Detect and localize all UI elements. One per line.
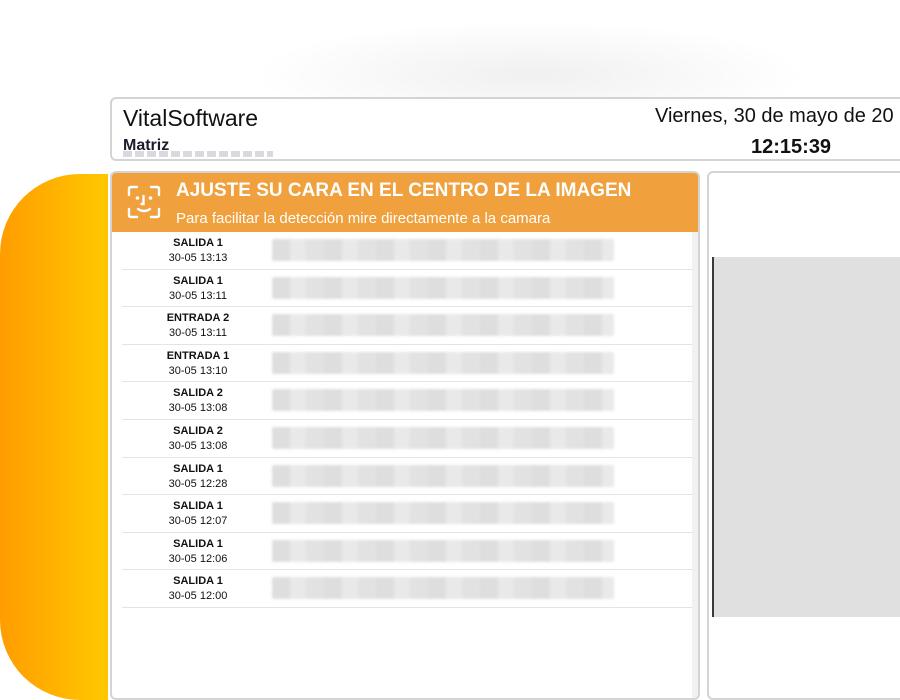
employee-name-redacted	[272, 276, 614, 299]
employee-name-redacted	[272, 502, 614, 525]
location-address-redacted	[123, 151, 273, 157]
face-scan-icon	[127, 185, 161, 219]
record-type: SALIDA 1	[173, 500, 223, 513]
list-item: SALIDA 2 30-05 13:08	[122, 382, 694, 420]
list-item: SALIDA 1 30-05 12:07	[122, 495, 694, 533]
record-type: SALIDA 1	[173, 462, 223, 475]
header-bar: VitalSoftware Matriz Viernes, 30 de mayo…	[110, 97, 900, 161]
record-type: SALIDA 1	[173, 537, 223, 550]
record-timestamp: 30-05 13:11	[169, 327, 227, 340]
current-time: 12:15:39	[751, 136, 832, 158]
list-item: ENTRADA 1 30-05 13:10	[122, 345, 694, 383]
list-item: SALIDA 1 30-05 12:06	[122, 533, 694, 571]
record-timestamp: 30-05 12:07	[168, 515, 228, 528]
employee-name-redacted	[272, 239, 614, 261]
employee-name-redacted	[272, 464, 614, 487]
list-item: SALIDA 1 30-05 12:00	[122, 570, 694, 608]
employee-name-redacted	[272, 539, 614, 562]
record-timestamp: 30-05 13:08	[168, 402, 228, 415]
record-type: SALIDA 1	[173, 274, 223, 287]
record-type: SALIDA 2	[173, 424, 223, 437]
record-type: ENTRADA 1	[166, 349, 230, 362]
employee-name-redacted	[272, 389, 614, 412]
decorative-accent-shape	[0, 174, 108, 700]
list-item: SALIDA 1 30-05 13:13	[122, 232, 694, 270]
attendance-panel: AJUSTE SU CARA EN EL CENTRO DE LA IMAGEN…	[110, 171, 700, 700]
scrollbar-track[interactable]	[692, 232, 698, 698]
camera-preview	[712, 257, 900, 617]
brand-name: VitalSoftware	[123, 105, 259, 131]
record-timestamp: 30-05 13:13	[168, 252, 228, 264]
list-item: SALIDA 1 30-05 12:28	[122, 458, 694, 496]
employee-name-redacted	[272, 577, 614, 600]
record-timestamp: 30-05 12:00	[168, 590, 228, 603]
record-timestamp: 30-05 13:08	[168, 439, 228, 452]
banner-title: AJUSTE SU CARA EN EL CENTRO DE LA IMAGEN	[176, 180, 632, 201]
list-item: SALIDA 1 30-05 13:11	[122, 270, 694, 308]
current-date: Viernes, 30 de mayo de 20	[655, 105, 894, 127]
record-timestamp: 30-05 12:06	[168, 552, 228, 565]
record-type: ENTRADA 2	[166, 312, 230, 325]
record-type: SALIDA 2	[173, 387, 223, 400]
record-type: SALIDA 1	[173, 575, 223, 588]
record-timestamp: 30-05 13:11	[169, 289, 227, 302]
instruction-banner: AJUSTE SU CARA EN EL CENTRO DE LA IMAGEN…	[112, 173, 698, 232]
attendance-list: SALIDA 1 30-05 13:13 SALIDA 1 30-05 13:11 EN…	[122, 232, 694, 608]
record-type: SALIDA 1	[173, 237, 223, 249]
employee-name-redacted	[272, 314, 614, 337]
employee-name-redacted	[272, 426, 614, 449]
banner-subtitle: Para facilitar la detección mire directa…	[176, 210, 551, 227]
record-timestamp: 30-05 13:10	[168, 364, 228, 377]
list-item: ENTRADA 2 30-05 13:11	[122, 307, 694, 345]
list-item: SALIDA 2 30-05 13:08	[122, 420, 694, 458]
record-timestamp: 30-05 12:28	[168, 477, 228, 490]
camera-panel	[707, 171, 900, 700]
employee-name-redacted	[272, 351, 614, 374]
